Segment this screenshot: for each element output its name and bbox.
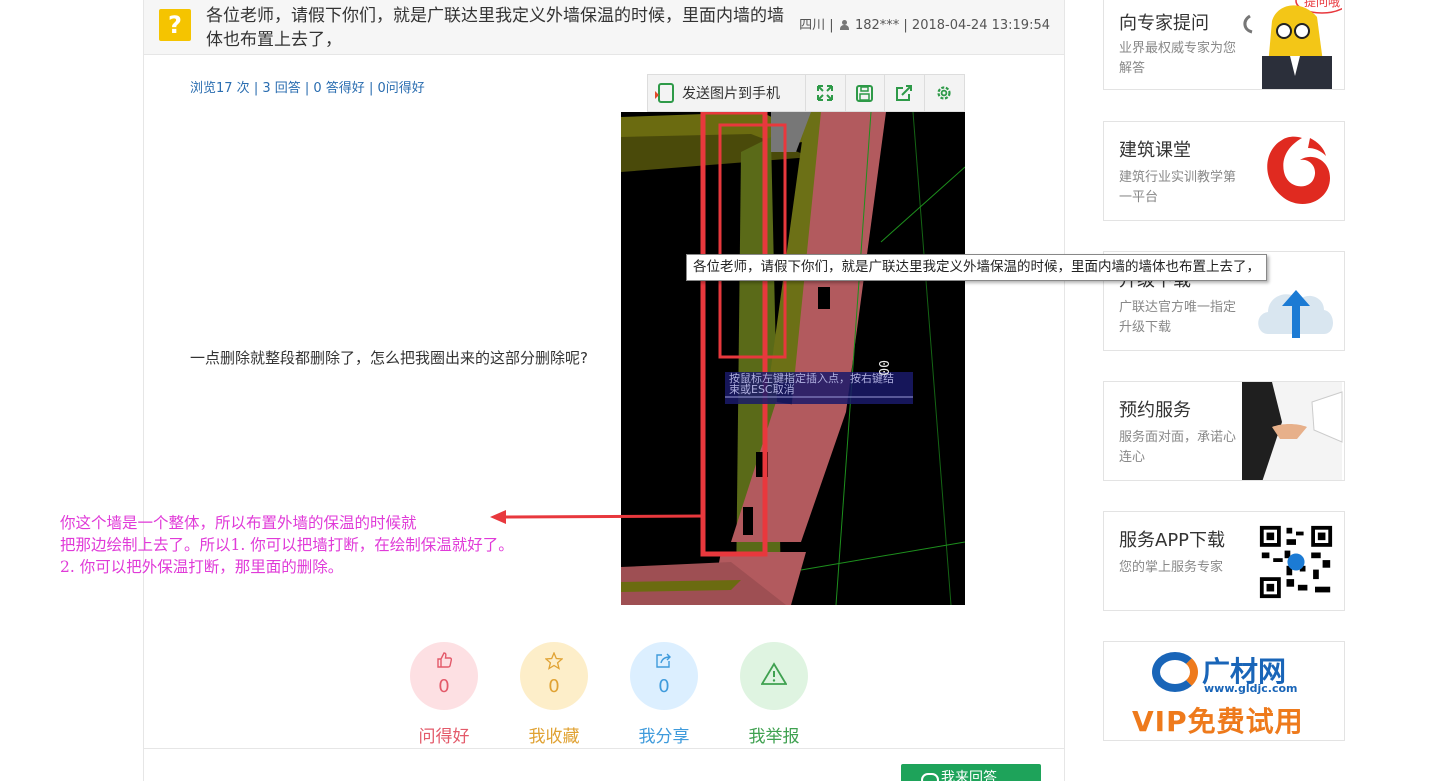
ask-bubble-text: 提问哦 — [1304, 0, 1340, 9]
favorite-count: 0 — [548, 676, 560, 697]
sidebar-building-class[interactable]: 建筑课堂 建筑行业实训教学第一平台 — [1103, 121, 1345, 221]
question-region: 四川 — [799, 18, 826, 33]
gear-icon — [937, 86, 951, 100]
cad-screenshot[interactable]: 按鼠标左键指定插入点，按右键结 束或ESC取消 00 — [621, 112, 965, 605]
annotation-text: 你这个墙是一个整体，所以布置外墙的保温的时候就 把那边绘制上去了。所以1. 你可… — [60, 512, 640, 578]
sidebar-app-download[interactable]: 服务APP下载 您的掌上服务专家 — [1103, 511, 1345, 611]
open-image-button[interactable] — [885, 75, 925, 111]
sidebar-appointment-title: 预约服务 — [1119, 400, 1191, 421]
report-button[interactable]: 我举报 — [729, 642, 819, 747]
question-stats: 浏览17 次 | 3 回答 | 0 答得好 | 0问得好 — [190, 81, 425, 96]
banner-url: www.gldjc.com — [1204, 682, 1298, 695]
save-icon — [856, 84, 874, 102]
question-meta: 四川 | 182*** | 2018-04-24 13:19:54 — [799, 18, 1050, 33]
gldjc-logo-icon — [1152, 652, 1198, 692]
annotation-line-1: 你这个墙是一个整体，所以布置外墙的保温的时候就 — [60, 514, 417, 532]
question-title: 各位老师，请假下你们，就是广联达里我定义外墙保温的时候，里面内墙的墙体也布置上去… — [206, 6, 784, 50]
share-label: 我分享 — [638, 727, 690, 747]
question-actions: 0 问得好 0 我收藏 0 我分享 我举报 — [399, 642, 819, 752]
sidebar-ask-expert-subtitle: 业界最权威专家为您解答 — [1119, 41, 1237, 76]
sidebar-appointment-subtitle: 服务面对面，承诺心连心 — [1119, 430, 1237, 465]
question-header: ? 各位老师，请假下你们，就是广联达里我定义外墙保温的时候，里面内墙的墙体也布置… — [144, 0, 1064, 55]
chat-bubble-icon — [921, 773, 939, 781]
gldjc-vip-banner[interactable]: 广材网 www.gldjc.com VIP免费试用 — [1103, 641, 1345, 741]
flame-logo-icon — [1267, 136, 1330, 205]
star-icon — [545, 652, 563, 670]
qr-code-icon — [1258, 524, 1334, 600]
fullscreen-button[interactable] — [806, 75, 846, 111]
share-icon — [656, 653, 671, 668]
answer-button-label: 我来回答 — [941, 770, 997, 781]
banner-tagline: VIP免费试用 — [1132, 705, 1304, 738]
external-link-icon — [896, 84, 913, 101]
annotation-line-2: 把那边绘制上去了。所以1. 你可以把墙打断，在绘制保温就好了。 — [60, 536, 514, 554]
expand-icon — [817, 85, 834, 101]
user-icon — [839, 20, 849, 30]
cad-drawing: 按鼠标左键指定插入点，按右键结 束或ESC取消 00 — [621, 112, 965, 605]
question-mark-icon: ? — [159, 9, 191, 41]
section-divider — [144, 748, 1064, 749]
question-body: 一点删除就整段都删除了，怎么把我圈出来的这部分删除呢? — [190, 349, 588, 367]
stat-views: 浏览17 次 — [190, 81, 250, 96]
send-to-phone-label: 发送图片到手机 — [682, 86, 780, 102]
share-count: 0 — [658, 676, 670, 697]
answer-button[interactable]: 我来回答 — [901, 764, 1041, 781]
like-label: 问得好 — [418, 727, 470, 747]
handshake-icon — [1242, 382, 1343, 480]
sidebar-building-class-title: 建筑课堂 — [1119, 140, 1191, 161]
image-toolbar: 发送图片到手机 — [647, 74, 965, 112]
warning-icon — [761, 662, 787, 685]
question-panel: ? 各位老师，请假下你们，就是广联达里我定义外墙保温的时候，里面内墙的墙体也布置… — [143, 0, 1065, 781]
sidebar-app-title: 服务APP下载 — [1119, 530, 1226, 551]
stat-answers: 3 回答 — [262, 81, 301, 96]
favorite-button[interactable]: 0 我收藏 — [509, 642, 599, 747]
question-user[interactable]: 182*** — [855, 18, 899, 33]
save-image-button[interactable] — [846, 75, 886, 111]
report-label: 我举报 — [748, 727, 800, 747]
phone-icon — [655, 83, 674, 103]
sidebar-ask-expert[interactable]: 向专家提问 业界最权威专家为您解答 提问哦 — [1103, 0, 1345, 90]
stat-good-questions: 0问得好 — [377, 81, 425, 96]
stat-good-answers: 0 答得好 — [313, 81, 365, 96]
favorite-label: 我收藏 — [528, 727, 580, 747]
like-count: 0 — [438, 676, 450, 697]
sidebar-appointment[interactable]: 预约服务 服务面对面，承诺心连心 — [1103, 381, 1345, 481]
svg-text:00: 00 — [875, 360, 890, 376]
svg-text:束或ESC取消: 束或ESC取消 — [729, 382, 795, 396]
sidebar-upgrade-subtitle: 广联达官方唯一指定升级下载 — [1119, 300, 1237, 335]
like-button[interactable]: 0 问得好 — [399, 642, 489, 747]
expert-mascot-icon: 提问哦 — [1243, 0, 1342, 89]
thumb-up-icon — [437, 652, 452, 668]
title-tooltip: 各位老师，请假下你们，就是广联达里我定义外墙保温的时候，里面内墙的墙体也布置上去… — [686, 254, 1267, 281]
send-to-phone-button[interactable]: 发送图片到手机 — [648, 75, 807, 111]
question-time: 2018-04-24 13:19:54 — [911, 18, 1050, 33]
sidebar-app-subtitle: 您的掌上服务专家 — [1119, 560, 1224, 575]
sidebar-ask-expert-title: 向专家提问 — [1119, 13, 1209, 34]
page: ? 各位老师，请假下你们，就是广联达里我定义外墙保温的时候，里面内墙的墙体也布置… — [0, 0, 1456, 781]
image-settings-button[interactable] — [925, 75, 964, 111]
sidebar-building-class-subtitle: 建筑行业实训教学第一平台 — [1119, 170, 1237, 205]
share-button[interactable]: 0 我分享 — [619, 642, 709, 747]
annotation-line-3: 2. 你可以把外保温打断，那里面的删除。 — [60, 558, 344, 576]
